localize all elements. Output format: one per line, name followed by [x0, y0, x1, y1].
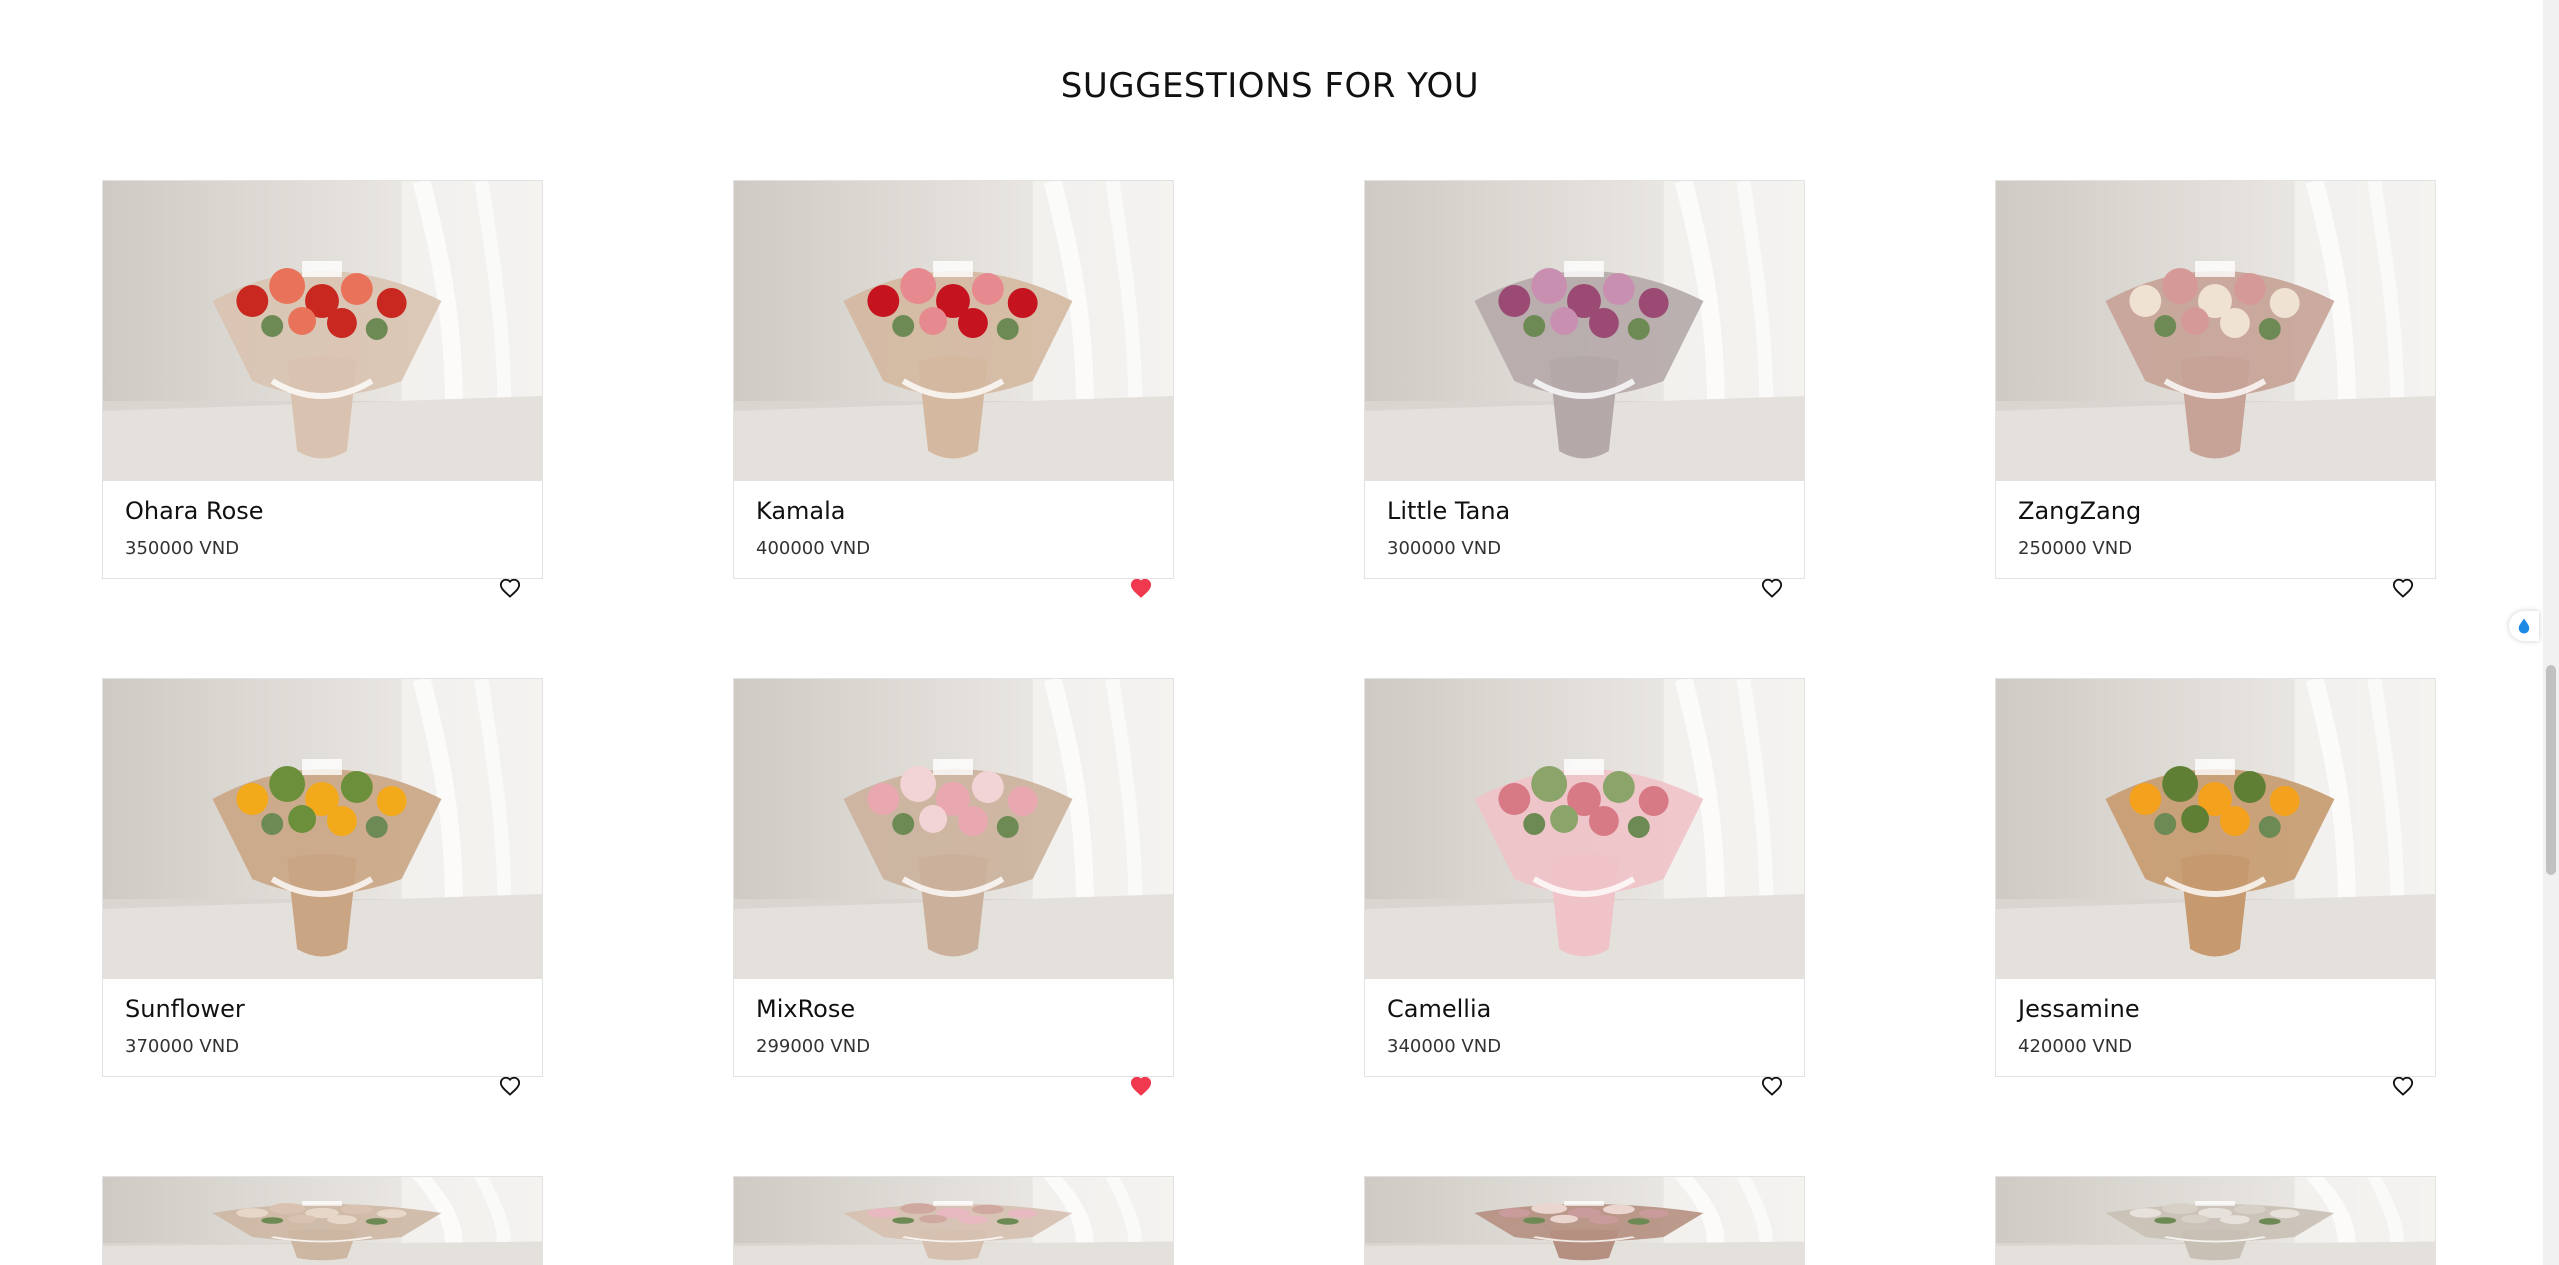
- bouquet-photo: [734, 1177, 1173, 1265]
- bouquet-photo: [103, 1177, 542, 1265]
- product-image[interactable]: [1365, 679, 1804, 979]
- favorite-button[interactable]: [498, 577, 522, 599]
- product-card-partial[interactable]: [1364, 1176, 1805, 1265]
- product-image[interactable]: [103, 679, 542, 979]
- scrollbar[interactable]: [2543, 0, 2559, 1265]
- product-name[interactable]: Ohara Rose: [125, 495, 520, 527]
- product-card-partial[interactable]: [102, 1176, 543, 1265]
- heart-icon: [1130, 1076, 1152, 1096]
- product-price: 420000 VND: [2018, 1036, 2133, 1057]
- favorite-button[interactable]: [1760, 577, 1784, 599]
- product-name[interactable]: MixRose: [756, 993, 1151, 1025]
- favorite-button[interactable]: [1129, 1075, 1153, 1097]
- favorite-button[interactable]: [2391, 577, 2415, 599]
- product-card[interactable]: Camellia 340000 VND: [1364, 678, 1805, 1096]
- product-price: 400000 VND: [756, 538, 871, 559]
- heart-icon: [499, 1076, 521, 1096]
- product-info: Jessamine 420000 VND: [1996, 979, 2435, 1096]
- product-info: Sunflower 370000 VND: [103, 979, 542, 1096]
- bouquet-photo: [103, 181, 542, 481]
- product-info: ZangZang 250000 VND: [1996, 481, 2435, 598]
- product-info: Ohara Rose 350000 VND: [103, 481, 542, 598]
- product-image[interactable]: [103, 1177, 542, 1265]
- heart-icon: [1761, 1076, 1783, 1096]
- product-image[interactable]: [1996, 1177, 2435, 1265]
- product-name[interactable]: Jessamine: [2018, 993, 2413, 1025]
- bouquet-photo: [734, 679, 1173, 979]
- page: SUGGESTIONS FOR YOU Ohara Rose 350000 VND: [0, 0, 2559, 1265]
- bouquet-photo: [1996, 679, 2435, 979]
- favorite-button[interactable]: [1760, 1075, 1784, 1097]
- product-image[interactable]: [734, 679, 1173, 979]
- side-widget[interactable]: [2509, 611, 2539, 641]
- product-card-partial[interactable]: [733, 1176, 1174, 1265]
- bouquet-photo: [1365, 1177, 1804, 1265]
- heart-icon: [1130, 578, 1152, 598]
- product-image[interactable]: [103, 181, 542, 481]
- product-price: 350000 VND: [125, 538, 240, 559]
- product-name[interactable]: Little Tana: [1387, 495, 1782, 527]
- heart-icon: [1761, 578, 1783, 598]
- product-image[interactable]: [1996, 181, 2435, 481]
- product-price: 370000 VND: [125, 1036, 240, 1057]
- bouquet-photo: [1996, 181, 2435, 481]
- product-card[interactable]: Sunflower 370000 VND: [102, 678, 543, 1096]
- product-info: MixRose 299000 VND: [734, 979, 1173, 1096]
- droplet-icon: [2518, 618, 2530, 634]
- product-card[interactable]: ZangZang 250000 VND: [1995, 180, 2436, 598]
- heart-icon: [499, 578, 521, 598]
- scrollbar-thumb[interactable]: [2546, 665, 2556, 875]
- product-name[interactable]: Kamala: [756, 495, 1151, 527]
- bouquet-photo: [1365, 679, 1804, 979]
- heart-icon: [2392, 1076, 2414, 1096]
- product-info: Camellia 340000 VND: [1365, 979, 1804, 1096]
- product-card[interactable]: Jessamine 420000 VND: [1995, 678, 2436, 1096]
- section-title: SUGGESTIONS FOR YOU: [1060, 66, 1480, 106]
- product-card[interactable]: Kamala 400000 VND: [733, 180, 1174, 598]
- product-name[interactable]: Sunflower: [125, 993, 520, 1025]
- bouquet-photo: [734, 181, 1173, 481]
- bouquet-photo: [1996, 1177, 2435, 1265]
- product-price: 299000 VND: [756, 1036, 871, 1057]
- product-price: 300000 VND: [1387, 538, 1502, 559]
- product-card[interactable]: Ohara Rose 350000 VND: [102, 180, 543, 598]
- heart-icon: [2392, 578, 2414, 598]
- favorite-button[interactable]: [1129, 577, 1153, 599]
- bouquet-photo: [1365, 181, 1804, 481]
- product-price: 250000 VND: [2018, 538, 2133, 559]
- product-image[interactable]: [734, 181, 1173, 481]
- product-info: Little Tana 300000 VND: [1365, 481, 1804, 598]
- favorite-button[interactable]: [498, 1075, 522, 1097]
- product-card[interactable]: Little Tana 300000 VND: [1364, 180, 1805, 598]
- product-name[interactable]: ZangZang: [2018, 495, 2413, 527]
- favorite-button[interactable]: [2391, 1075, 2415, 1097]
- product-image[interactable]: [1996, 679, 2435, 979]
- bouquet-photo: [103, 679, 542, 979]
- product-card-partial[interactable]: [1995, 1176, 2436, 1265]
- product-image[interactable]: [734, 1177, 1173, 1265]
- product-info: Kamala 400000 VND: [734, 481, 1173, 598]
- product-image[interactable]: [1365, 1177, 1804, 1265]
- product-image[interactable]: [1365, 181, 1804, 481]
- product-price: 340000 VND: [1387, 1036, 1502, 1057]
- product-name[interactable]: Camellia: [1387, 993, 1782, 1025]
- product-card[interactable]: MixRose 299000 VND: [733, 678, 1174, 1096]
- product-grid: Ohara Rose 350000 VND Kamala 400000 VND: [102, 180, 2442, 1265]
